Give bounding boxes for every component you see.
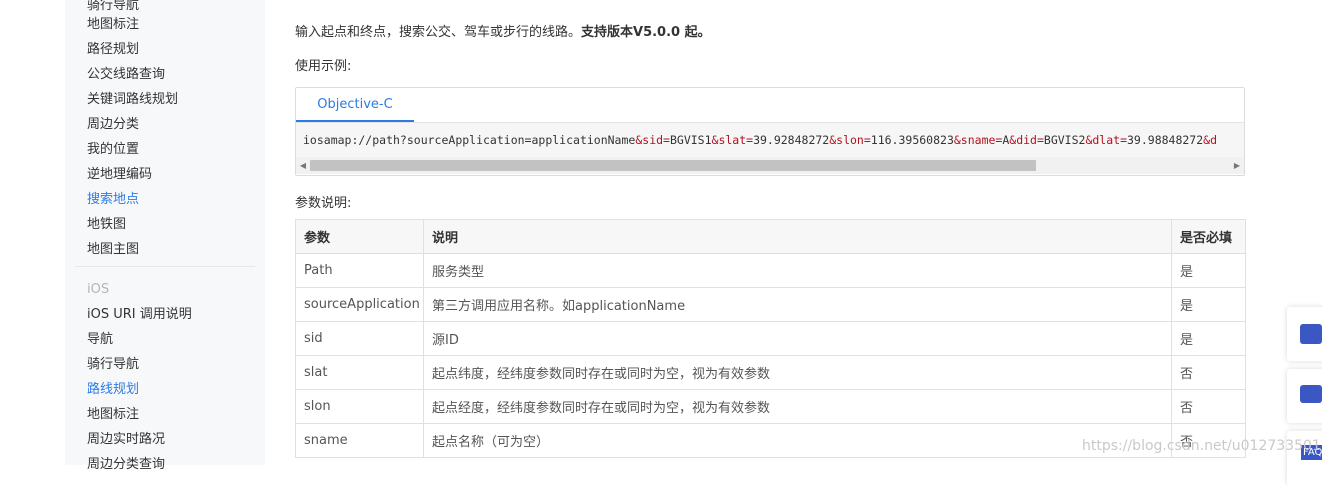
- sidebar-item-ios[interactable]: iOS URI 调用说明: [87, 302, 192, 327]
- sidebar: 骑行导航 地图标注 路径规划 公交线路查询 关键词路线规划 周边分类 我的位置 逆地理编码 搜索…: [65, 0, 265, 472]
- table-cell: 第三方调用应用名称。如applicationName: [423, 287, 1172, 322]
- sidebar-item[interactable]: 地铁图: [87, 212, 126, 237]
- sidebar-item[interactable]: 公交线路查询: [87, 62, 165, 87]
- scrollbar-thumb[interactable]: [310, 160, 1036, 171]
- table-cell: slon: [295, 389, 424, 424]
- sidebar-item-ios[interactable]: 路线规划: [87, 377, 139, 402]
- monitor-icon: [1300, 385, 1322, 403]
- table-row: slon 起点经度，经纬度参数同时存在或同时为空，视为有效参数否: [295, 389, 1246, 424]
- horizontal-scrollbar[interactable]: ◀ ▶: [296, 157, 1244, 174]
- sidebar-item-ios[interactable]: 周边实时路况: [87, 427, 165, 452]
- code-text: 39.98848272: [1127, 133, 1204, 147]
- sidebar-item[interactable]: 路径规划: [87, 37, 139, 62]
- table-cell: slat: [295, 355, 424, 390]
- code-example: Objective-C iosamap://path?sourceApplica…: [295, 87, 1245, 176]
- usage-label: 使用示例:: [295, 59, 352, 74]
- code-tabs: Objective-C: [296, 88, 1244, 123]
- code-param-key: &slat=: [711, 133, 754, 147]
- watermark: https://blog.csdn.net/u012733501: [1082, 438, 1321, 454]
- table-cell: 起点经度，经纬度参数同时存在或同时为空，视为有效参数: [423, 389, 1172, 424]
- sidebar-item-ios[interactable]: 导航: [87, 327, 113, 352]
- code-text: 116.39560823: [870, 133, 954, 147]
- table-cell: Path: [295, 253, 424, 288]
- table-cell: 否: [1171, 389, 1246, 424]
- table-cell: 是: [1171, 321, 1246, 356]
- table-cell: 是: [1171, 253, 1246, 288]
- code-line[interactable]: iosamap://path?sourceApplication=applica…: [296, 123, 1244, 157]
- code-text: BGVIS1: [669, 133, 712, 147]
- table-cell: sourceApplication: [295, 287, 424, 322]
- table-cell: 源ID: [423, 321, 1172, 356]
- table-cell: 服务类型: [423, 253, 1172, 288]
- params-table: 参数 说明 是否必填 Path 服务类型是 sourceApplication 第三方调用…: [295, 219, 1246, 458]
- page-description: 输入起点和终点，搜索公交、驾车或步行的线路。支持版本V5.0.0 起。: [295, 25, 711, 40]
- sidebar-item[interactable]: 逆地理编码: [87, 162, 152, 187]
- table-row: Path 服务类型是: [295, 253, 1246, 288]
- table-cell: sid: [295, 321, 424, 356]
- sidebar-item[interactable]: 地图标注: [87, 12, 139, 37]
- float-button-service[interactable]: [1287, 307, 1322, 361]
- sidebar-item[interactable]: 我的位置: [87, 137, 139, 162]
- scroll-right-icon[interactable]: ▶: [1230, 157, 1244, 174]
- sidebar-item[interactable]: 周边分类: [87, 112, 139, 137]
- code-text: BGVIS2: [1043, 133, 1086, 147]
- code-param-key: &dlat=: [1085, 133, 1127, 147]
- code-param-key: &sid=: [635, 133, 670, 147]
- table-row: sourceApplication 第三方调用应用名称。如applicationN…: [295, 287, 1246, 322]
- sidebar-item-ios[interactable]: 骑行导航: [87, 352, 139, 377]
- table-cell: 起点名称（可为空）: [423, 423, 1172, 458]
- table-row: slat 起点纬度，经纬度参数同时存在或同时为空，视为有效参数否: [295, 355, 1246, 390]
- code-param-key: &did=: [1009, 133, 1044, 147]
- params-label: 参数说明:: [295, 196, 352, 211]
- code-param-key: &slon=: [829, 133, 871, 147]
- sidebar-item[interactable]: 地图主图: [87, 237, 139, 262]
- table-header-cell: 是否必填: [1171, 219, 1246, 254]
- sidebar-item[interactable]: 搜索地点: [87, 187, 139, 212]
- code-param-key: &sname=: [953, 133, 1003, 147]
- code-text: 39.92848272: [753, 133, 830, 147]
- tab-objective-c[interactable]: Objective-C: [296, 88, 414, 122]
- sidebar-item-ios[interactable]: 地图标注: [87, 402, 139, 427]
- code-text: iosamap://path?sourceApplication=applica…: [303, 133, 636, 147]
- table-cell: sname: [295, 423, 424, 458]
- float-button-feedback[interactable]: [1287, 369, 1322, 423]
- scroll-left-icon[interactable]: ◀: [296, 157, 310, 174]
- sidebar-item[interactable]: 关键词路线规划: [87, 87, 178, 112]
- sidebar-divider: [75, 266, 255, 267]
- code-param-key: &d: [1203, 133, 1218, 147]
- table-cell: 是: [1171, 287, 1246, 322]
- table-cell: 起点纬度，经纬度参数同时存在或同时为空，视为有效参数: [423, 355, 1172, 390]
- table-row: sid 源ID 是: [295, 321, 1246, 356]
- sidebar-group-ios: iOS: [87, 282, 110, 297]
- table-header-cell: 参数: [295, 219, 424, 254]
- service-icon: [1300, 324, 1322, 344]
- table-cell: 否: [1171, 355, 1246, 390]
- table-header-cell: 说明: [423, 219, 1172, 254]
